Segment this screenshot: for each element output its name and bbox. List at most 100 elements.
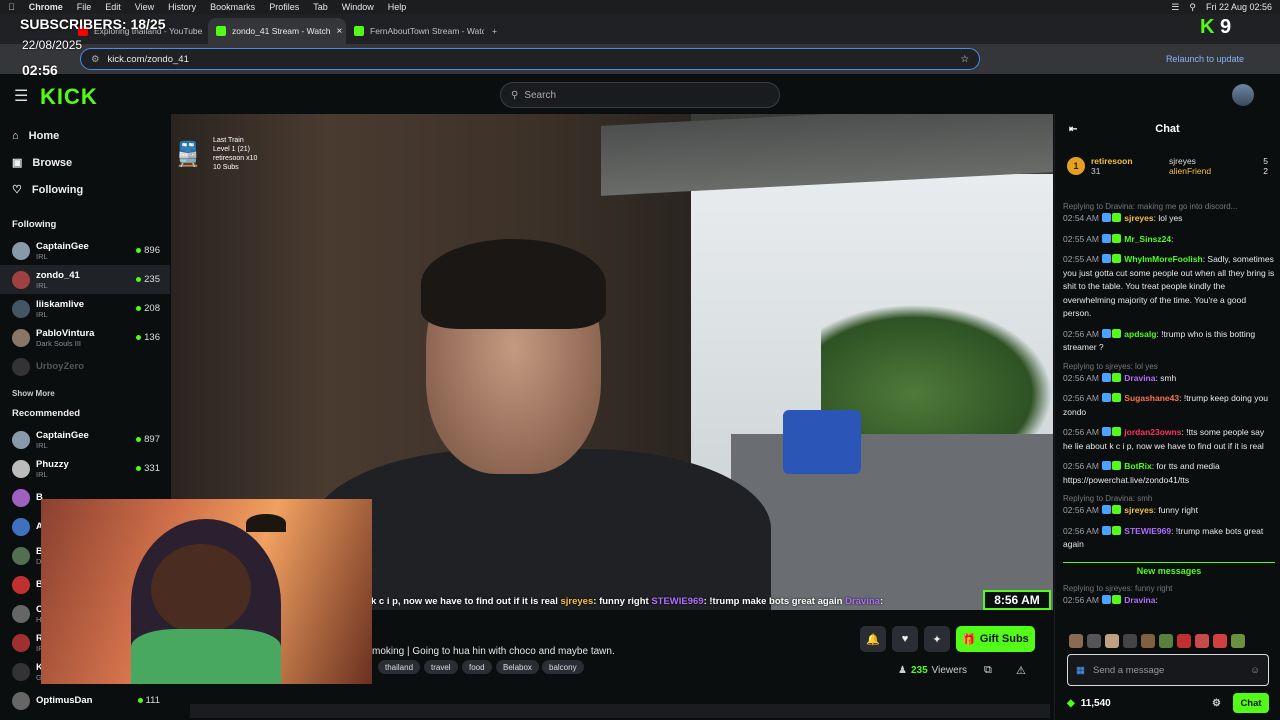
following-channel[interactable]: zondo_41 IRL 235 [0, 265, 170, 294]
clip-button[interactable]: ✦ [924, 626, 950, 652]
emote-icon[interactable] [1123, 634, 1137, 648]
message-username[interactable]: Dravina [1124, 595, 1155, 605]
menu-history[interactable]: History [168, 2, 196, 12]
reply-context[interactable]: Replying to sjreyes: funny right [1063, 584, 1275, 594]
message-username[interactable]: STEWIE969 [1124, 526, 1171, 536]
chat-input[interactable]: ▦ Send a message ☺ [1067, 654, 1269, 686]
recommended-channel[interactable]: OptimusDan 111 [0, 686, 170, 715]
following-channel[interactable]: liiskamlive IRL 208 [0, 294, 170, 323]
tag-thailand[interactable]: thailand [378, 660, 421, 674]
recommended-channel[interactable]: Phuzzy IRL 331 [0, 454, 170, 483]
settings-icon[interactable]: ⚙ [1212, 698, 1221, 709]
new-tab-button[interactable]: + [484, 18, 508, 44]
menu-file[interactable]: File [77, 2, 92, 12]
search-input[interactable]: ⚲ Search [500, 82, 780, 108]
menu-edit[interactable]: Edit [105, 2, 121, 12]
bookmark-star-icon[interactable]: ☆ [960, 54, 969, 65]
message-username[interactable]: sjreyes [1124, 505, 1153, 515]
message-username[interactable]: jordan23owns [1124, 427, 1181, 437]
nav-following[interactable]: ♡ Following [0, 176, 170, 203]
emote-icon[interactable] [1177, 634, 1191, 648]
leader-user-1[interactable]: retiresoon [1091, 156, 1163, 166]
sub-badge-icon [1111, 393, 1121, 402]
message-username[interactable]: sjreyes [1124, 213, 1153, 223]
chat-badge-icon [1101, 372, 1111, 382]
menu-window[interactable]: Window [342, 2, 374, 12]
tag-balcony[interactable]: balcony [542, 660, 584, 674]
emote-icon[interactable] [1213, 634, 1227, 648]
tab-fern[interactable]: FernAboutTown Stream - Watc× [346, 18, 484, 44]
emote-icon[interactable] [1141, 634, 1155, 648]
relaunch-button[interactable]: Relaunch to update [1158, 50, 1252, 68]
leader-user-3[interactable]: alienFriend [1169, 166, 1211, 176]
menu-icon[interactable]: ☰ [14, 86, 28, 106]
message-username[interactable]: Mr_Sinsz24 [1124, 234, 1171, 244]
show-more-button[interactable]: Show More [0, 389, 170, 398]
user-avatar[interactable] [1232, 84, 1254, 106]
message-username[interactable]: BotRix [1124, 461, 1151, 471]
menu-help[interactable]: Help [388, 2, 407, 12]
tag-food[interactable]: food [462, 660, 492, 674]
menubar-clock[interactable]: Fri 22 Aug 02:56 [1206, 2, 1272, 12]
message-time: 02:56 AM [1063, 595, 1099, 605]
report-button[interactable]: ⚠ [1016, 664, 1026, 677]
share-button[interactable]: ⧉ [984, 664, 992, 677]
tab-zondo[interactable]: zondo_41 Stream - Watch × [208, 18, 346, 44]
menu-tab[interactable]: Tab [313, 2, 328, 12]
channel-avatar [12, 270, 30, 289]
message-time: 02:56 AM [1063, 328, 1099, 339]
message-time: 02:54 AM [1063, 213, 1099, 223]
tag-belabox[interactable]: Belabox [496, 660, 539, 674]
following-channel[interactable]: UrboyZero [0, 352, 170, 381]
sub-badge-icon [1111, 254, 1121, 263]
reply-context[interactable]: Replying to sjreyes: lol yes [1063, 362, 1275, 372]
search-icon[interactable]: ⚲ [1189, 2, 1196, 13]
reply-context[interactable]: Replying to Dravina: smh [1063, 494, 1275, 504]
following-channel[interactable]: CaptainGee IRL 896 [0, 236, 170, 265]
apple-icon[interactable]:  [8, 2, 15, 12]
message-username[interactable]: WhyImMoreFoolish [1124, 254, 1202, 264]
overlay-date: 22/08/2025 [22, 38, 83, 52]
emote-icon[interactable] [1159, 634, 1173, 648]
menu-profiles[interactable]: Profiles [269, 2, 299, 12]
recommended-channel[interactable]: CaptainGee IRL 897 [0, 425, 170, 454]
follow-button[interactable]: ♥ [892, 626, 918, 652]
reply-context[interactable]: Replying to Dravina: making me go into d… [1063, 202, 1275, 212]
menu-app-name[interactable]: Chrome [29, 2, 63, 12]
gift-subs-button[interactable]: 🎁 Gift Subs [956, 626, 1035, 652]
emote-icon[interactable] [1231, 634, 1245, 648]
leader-user-2[interactable]: sjreyes [1169, 156, 1196, 166]
channel-category: IRL [36, 469, 48, 479]
chat-message: Replying to Dravina: making me go into d… [1063, 202, 1275, 226]
url-input[interactable]: ⚙ kick.com/zondo_41 ☆ [80, 48, 980, 70]
emote-icon[interactable] [1105, 634, 1119, 648]
chat-messages[interactable]: Replying to Dravina: making me go into d… [1063, 202, 1275, 652]
emote-icon[interactable] [1195, 634, 1209, 648]
following-channel[interactable]: PabloVintura Dark Souls III 136 [0, 323, 170, 352]
kick-logo[interactable]: KICK [40, 84, 98, 110]
message-time: 02:55 AM [1063, 254, 1099, 264]
message-username[interactable]: apdsalg [1124, 329, 1156, 339]
message-username[interactable]: Sugashane43 [1124, 393, 1179, 403]
menu-view[interactable]: View [135, 2, 154, 12]
live-dot-icon [136, 437, 142, 442]
wifi-icon[interactable]: ☰ [1171, 2, 1179, 13]
notification-bell-button[interactable]: 🔔 [860, 626, 886, 652]
close-icon[interactable]: × [336, 26, 342, 37]
emoji-icon[interactable]: ☺ [1250, 665, 1260, 676]
menu-bookmarks[interactable]: Bookmarks [210, 2, 255, 12]
tag-travel[interactable]: travel [424, 660, 458, 674]
emote-icon[interactable] [1069, 634, 1083, 648]
message-username[interactable]: Dravina [1124, 373, 1155, 383]
webcam-shirt [131, 629, 281, 684]
nav-browse[interactable]: ▣ Browse [0, 149, 170, 176]
new-messages-divider[interactable]: New messages [1063, 561, 1275, 579]
message-time: 02:56 AM [1063, 505, 1099, 515]
scene-car [783, 410, 861, 474]
collapse-chat-icon[interactable]: ⇤ [1069, 124, 1077, 135]
horizontal-scrollbar[interactable] [190, 704, 1050, 718]
emote-icon[interactable] [1087, 634, 1101, 648]
chat-send-button[interactable]: Chat [1233, 693, 1269, 713]
nav-home[interactable]: ⌂ Home [0, 122, 170, 149]
channel-points[interactable]: 11,540 [1081, 698, 1111, 709]
